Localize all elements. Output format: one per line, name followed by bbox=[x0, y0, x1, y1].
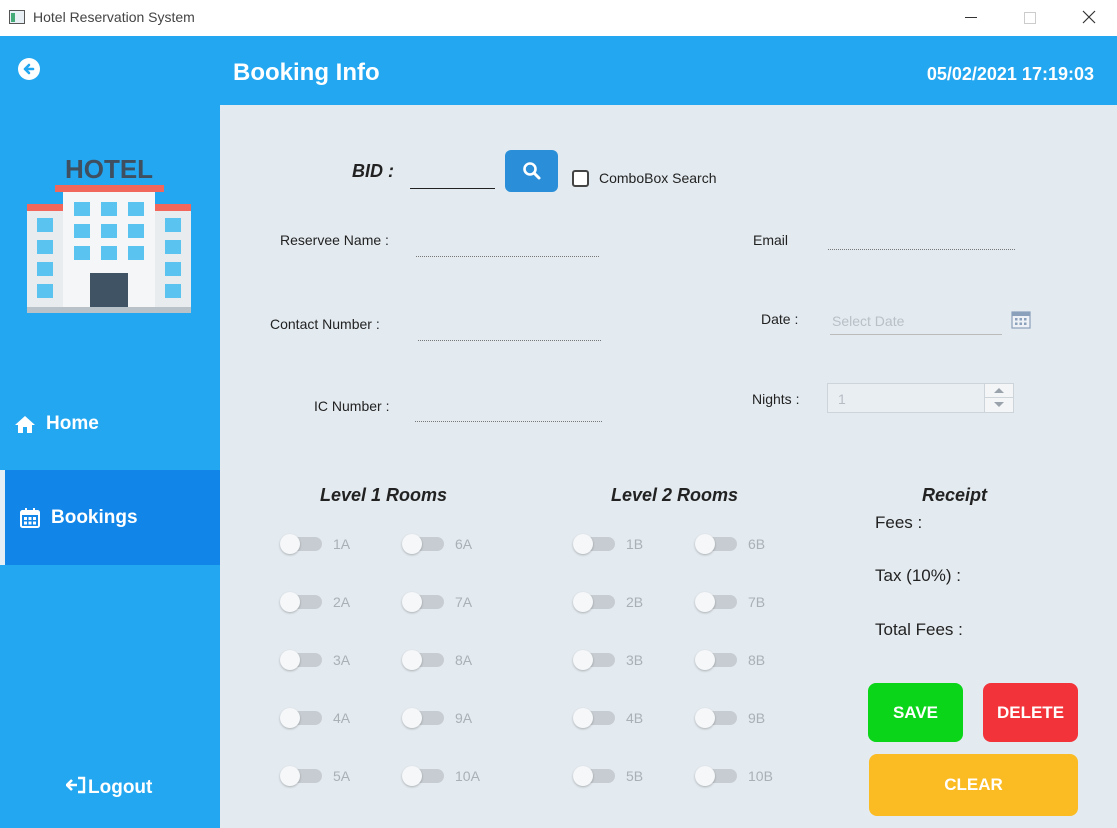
arrow-left-icon bbox=[23, 63, 35, 75]
logout-button[interactable]: Logout bbox=[65, 776, 153, 799]
room-label: 6A bbox=[455, 536, 473, 552]
room-toggle-5a[interactable]: 5A bbox=[280, 766, 351, 786]
room-label: 8B bbox=[748, 652, 766, 668]
calendar-icon bbox=[1011, 311, 1031, 329]
room-toggle-10b[interactable]: 10B bbox=[695, 766, 773, 786]
room-label: 9B bbox=[748, 710, 766, 726]
hotel-logo: HOTEL bbox=[27, 156, 191, 313]
room-label: 7A bbox=[455, 594, 473, 610]
room-label: 3A bbox=[333, 652, 351, 668]
combobox-search-checkbox[interactable] bbox=[572, 170, 589, 187]
nights-value: 1 bbox=[838, 391, 846, 407]
room-toggle-8b[interactable]: 8B bbox=[695, 650, 766, 670]
spinner-up-button[interactable] bbox=[984, 384, 1013, 398]
room-label: 7B bbox=[748, 594, 766, 610]
sidebar-item-home[interactable]: Home bbox=[0, 376, 220, 471]
booking-form: BID : ComboBox Search Reservee Name : Em… bbox=[220, 105, 1117, 828]
total-fees-label: Total Fees : bbox=[875, 620, 963, 639]
room-toggle-1b[interactable]: 1B bbox=[573, 534, 644, 554]
room-label: 10B bbox=[748, 768, 773, 784]
room-label: 1B bbox=[626, 536, 644, 552]
tax-label: Tax (10%) : bbox=[875, 566, 961, 585]
room-label: 4A bbox=[333, 710, 351, 726]
room-toggle-2b[interactable]: 2B bbox=[573, 592, 644, 612]
date-picker-field[interactable] bbox=[830, 307, 1002, 335]
receipt-title: Receipt bbox=[922, 485, 988, 505]
room-toggle-7a[interactable]: 7A bbox=[402, 592, 473, 612]
close-icon bbox=[1082, 10, 1096, 24]
room-toggle-8a[interactable]: 8A bbox=[402, 650, 473, 670]
room-label: 10A bbox=[455, 768, 480, 784]
reservee-name-label: Reservee Name : bbox=[280, 232, 389, 248]
ic-number-field[interactable] bbox=[415, 396, 602, 422]
app-icon bbox=[9, 10, 25, 24]
datetime-display: 05/02/2021 17:19:03 bbox=[926, 64, 1094, 84]
fees-label: Fees : bbox=[875, 513, 923, 532]
room-label: 8A bbox=[455, 652, 473, 668]
reservee-name-field[interactable] bbox=[416, 231, 599, 257]
date-label: Date : bbox=[761, 311, 799, 327]
room-toggle-3a[interactable]: 3A bbox=[280, 650, 351, 670]
back-button[interactable] bbox=[18, 58, 40, 80]
nights-label: Nights : bbox=[752, 391, 800, 407]
spinner-down-button[interactable] bbox=[984, 398, 1013, 412]
room-label: 6B bbox=[748, 536, 766, 552]
close-button[interactable] bbox=[1074, 8, 1104, 28]
ic-number-label: IC Number : bbox=[314, 398, 390, 414]
contact-number-label: Contact Number : bbox=[270, 316, 380, 332]
hotel-logo-text: HOTEL bbox=[65, 156, 153, 184]
maximize-button[interactable] bbox=[1015, 8, 1045, 28]
bid-input[interactable] bbox=[410, 161, 495, 189]
delete-button[interactable]: DELETE bbox=[983, 683, 1078, 742]
sign-out-icon bbox=[65, 776, 86, 799]
window-title: Hotel Reservation System bbox=[33, 9, 195, 25]
combobox-search-label: ComboBox Search bbox=[599, 170, 717, 186]
room-toggle-7b[interactable]: 7B bbox=[695, 592, 766, 612]
sidebar: HOTEL Home Bookings Logout bbox=[0, 36, 220, 828]
room-toggle-10a[interactable]: 10A bbox=[402, 766, 480, 786]
calendar-icon bbox=[18, 506, 42, 530]
save-button[interactable]: SAVE bbox=[868, 683, 963, 742]
room-toggle-6a[interactable]: 6A bbox=[402, 534, 473, 554]
room-toggle-2a[interactable]: 2A bbox=[280, 592, 351, 612]
clear-button[interactable]: CLEAR bbox=[869, 754, 1078, 816]
email-label: Email bbox=[753, 232, 789, 248]
search-button[interactable] bbox=[505, 150, 558, 192]
room-label: 5A bbox=[333, 768, 351, 784]
room-toggle-9a[interactable]: 9A bbox=[402, 708, 473, 728]
room-label: 9A bbox=[455, 710, 473, 726]
room-toggle-6b[interactable]: 6B bbox=[695, 534, 766, 554]
contact-number-field[interactable] bbox=[418, 315, 601, 341]
level2-rooms-title: Level 2 Rooms bbox=[611, 485, 739, 505]
room-toggle-4a[interactable]: 4A bbox=[280, 708, 351, 728]
room-toggle-3b[interactable]: 3B bbox=[573, 650, 644, 670]
search-icon bbox=[522, 162, 540, 180]
room-label: 1A bbox=[333, 536, 351, 552]
room-label: 3B bbox=[626, 652, 644, 668]
level1-rooms-title: Level 1 Rooms bbox=[320, 485, 448, 505]
header-bar: Booking Info 05/02/2021 17:19:03 bbox=[220, 36, 1117, 105]
logout-label: Logout bbox=[88, 776, 153, 798]
room-toggle-4b[interactable]: 4B bbox=[573, 708, 644, 728]
sidebar-item-label: Bookings bbox=[51, 506, 138, 528]
room-label: 2B bbox=[626, 594, 644, 610]
bid-label: BID : bbox=[352, 161, 394, 181]
room-label: 2A bbox=[333, 594, 351, 610]
page-title: Booking Info bbox=[233, 59, 380, 86]
minimize-button[interactable] bbox=[956, 8, 986, 28]
home-icon bbox=[13, 412, 37, 436]
nights-spinner[interactable]: 1 bbox=[827, 383, 1014, 413]
room-toggle-9b[interactable]: 9B bbox=[695, 708, 766, 728]
window-titlebar: Hotel Reservation System bbox=[0, 0, 1117, 36]
room-label: 4B bbox=[626, 710, 644, 726]
email-field[interactable] bbox=[828, 224, 1015, 250]
room-toggle-1a[interactable]: 1A bbox=[280, 534, 351, 554]
sidebar-item-bookings[interactable]: Bookings bbox=[0, 470, 220, 565]
sidebar-item-label: Home bbox=[46, 412, 99, 434]
room-label: 5B bbox=[626, 768, 644, 784]
room-toggle-5b[interactable]: 5B bbox=[573, 766, 644, 786]
date-picker-button[interactable] bbox=[1010, 308, 1032, 330]
